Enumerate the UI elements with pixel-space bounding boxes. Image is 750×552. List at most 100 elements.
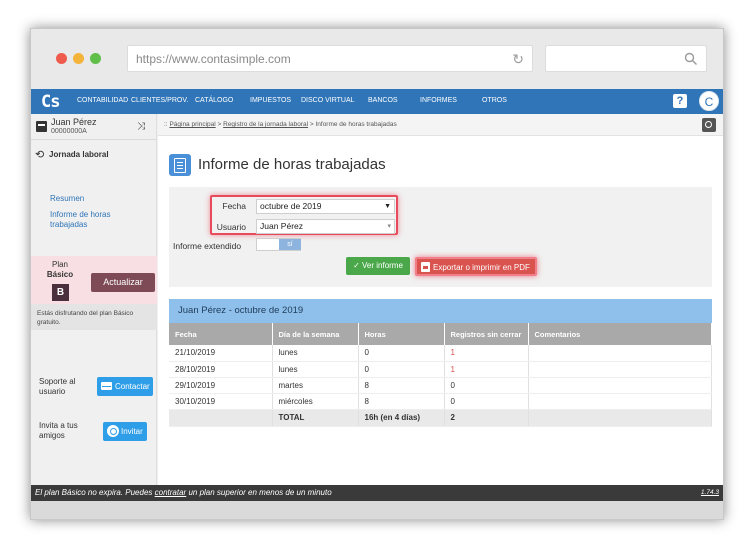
invite-button-label: Invitar [121,427,143,436]
switch-user-icon[interactable]: ⤨ [137,121,145,132]
cell-horas: 8 [358,377,445,394]
column-header: Comentarios [528,323,712,345]
footer-text-before: El plan Básico no expira. Puedes [35,488,153,497]
cell-dia: martes [272,377,359,394]
minimize-window-button[interactable] [73,53,84,64]
top-navigation: Cs CONTABILIDAD CLIENTES/PROV. CATÁLOGO … [31,89,723,114]
report-icon [169,154,191,176]
nav-item-bancos[interactable]: BANCOS [368,97,398,104]
breadcrumb-separator: > [217,121,222,128]
address-bar[interactable]: https://www.contasimple.com ↻ [127,45,533,72]
usuario-select[interactable]: Juan Pérez ▾ [256,219,395,234]
cell-total-horas: 16h (en 4 días) [358,409,445,427]
filter-panel: Fecha octubre de 2019 ▼ Usuario Juan Pér… [169,187,712,287]
help-icon[interactable]: ? [673,94,687,108]
cell-registros: 0 [444,377,529,394]
sidebar-item-informe-horas[interactable]: Informe de horas trabajadas [50,210,130,230]
breadcrumb-prefix: :: [164,121,168,128]
plan-box: Plan Básico B Actualizar [31,256,157,304]
close-window-button[interactable] [56,53,67,64]
nav-item-clientes[interactable]: CLIENTES/PROV. [131,97,188,104]
column-header: Fecha [169,323,273,345]
contasimple-logo[interactable]: Cs [41,92,61,112]
cell-registros: 0 [444,393,529,410]
sidebar-section-title: Jornada laboral [49,150,109,159]
caret-down-icon: ▾ [387,223,391,230]
user-name: Juan Pérez [51,117,97,127]
avatar[interactable]: C [699,91,719,111]
id-card-icon [36,121,47,132]
cell-horas: 0 [358,361,445,378]
export-pdf-label: Exportar o imprimir en PDF [433,263,530,272]
check-icon: ✓ [353,261,360,270]
table-row: 29/10/2019 martes 8 0 [169,377,712,394]
breadcrumb-trail: :: Página principal > Registro de la jor… [164,121,397,128]
cell-total-label: TOTAL [272,409,359,427]
column-header: Registros sin cerrar [444,323,529,345]
nav-item-disco-virtual[interactable]: DISCO VIRTUAL [301,97,355,104]
cell-registros: 1 [444,345,529,362]
footer-bar: El plan Básico no expira. Puedes contrat… [31,485,723,501]
table-row: 30/10/2019 miércoles 8 0 [169,393,712,410]
version-link[interactable]: 1.74.3 [701,485,719,501]
nav-item-informes[interactable]: INFORMES [420,97,457,104]
caret-down-icon: ▼ [384,203,391,210]
plan-badge: B [52,284,69,301]
table-total-row: TOTAL 16h (en 4 días) 2 [169,409,712,427]
breadcrumb-home-link[interactable]: Página principal [169,121,215,128]
nav-item-otros[interactable]: OTROS [482,97,507,104]
cell-total-registros: 2 [444,409,529,427]
extendido-toggle[interactable]: sí [256,238,301,251]
fecha-select-value: octubre de 2019 [260,201,322,211]
breadcrumb: :: Página principal > Registro de la jor… [158,114,723,136]
main-content: :: Página principal > Registro de la jor… [158,114,723,485]
sidebar: Juan Pérez 00000000A ⤨ ⟲ Jornada laboral… [31,114,157,485]
column-header: Día de la semana [272,323,359,345]
table-row: 28/10/2019 lunes 0 1 [169,361,712,378]
contact-button[interactable]: Contactar [97,377,153,396]
upgrade-button[interactable]: Actualizar [91,273,155,292]
cell-comentarios [528,361,712,378]
plan-label: Plan Básico [31,260,89,280]
footer-text-after: un plan superior en menos de un minuto [188,488,332,497]
contact-button-label: Contactar [115,382,150,391]
fecha-select[interactable]: octubre de 2019 ▼ [256,199,395,214]
cell-comentarios [528,393,712,410]
sidebar-item-resumen[interactable]: Resumen [50,194,150,204]
nav-item-impuestos[interactable]: IMPUESTOS [250,97,291,104]
mail-icon [101,382,112,390]
cell-registros: 1 [444,361,529,378]
cell-comentarios [528,345,712,362]
report-table: Fecha Día de la semana Horas Registros s… [169,323,712,427]
cell-dia: lunes [272,345,359,362]
breadcrumb-parent-link[interactable]: Registro de la jornada laboral [223,121,308,128]
footer-contratar-link[interactable]: contratar [155,488,187,497]
reload-icon[interactable]: ↻ [512,51,524,68]
invite-button[interactable]: Invitar [103,422,147,441]
cell-fecha: 28/10/2019 [169,361,273,378]
maximize-window-button[interactable] [90,53,101,64]
cell-total-blank [169,409,273,427]
window-bottom-area [31,501,723,519]
cell-dia: lunes [272,361,359,378]
support-label: Soporte al usuario [39,377,76,396]
report-header: Juan Pérez - octubre de 2019 [169,299,712,323]
table-header-row: Fecha Día de la semana Horas Registros s… [169,323,712,345]
nav-item-catalogo[interactable]: CATÁLOGO [195,97,233,104]
search-icon [684,52,697,65]
view-report-button[interactable]: ✓ Ver informe [346,257,410,275]
export-pdf-button[interactable]: Exportar o imprimir en PDF [415,257,537,276]
cell-dia: miércoles [272,393,359,410]
cell-horas: 8 [358,393,445,410]
toggle-on-state: sí [279,239,301,250]
browser-chrome: https://www.contasimple.com ↻ [31,29,723,89]
nav-item-contabilidad[interactable]: CONTABILIDAD [77,97,128,104]
plan-label-line2: Básico [46,270,74,279]
breadcrumb-current: Informe de horas trabajadas [315,121,397,128]
extendido-label: Informe extendido [173,241,242,251]
pdf-icon [421,262,430,272]
cell-fecha: 29/10/2019 [169,377,273,394]
usuario-select-value: Juan Pérez [260,221,303,231]
browser-search-input[interactable] [545,45,707,72]
search-icon[interactable] [702,118,716,132]
